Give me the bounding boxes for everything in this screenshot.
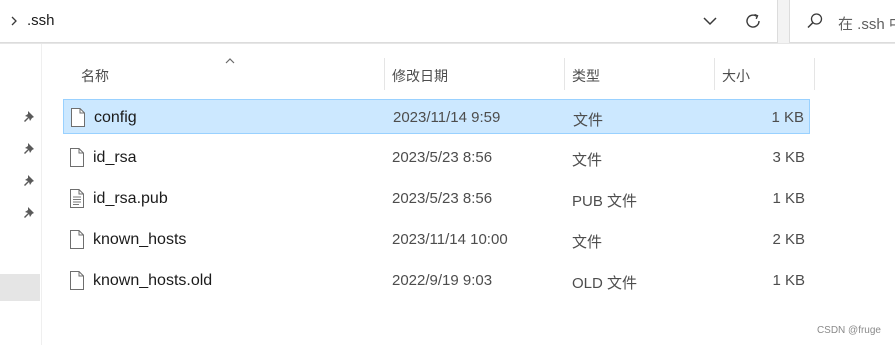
file-date: 2022/9/19 9:03	[392, 272, 493, 289]
pin-icon[interactable]	[22, 173, 38, 189]
column-header-name[interactable]: 名称	[63, 58, 384, 90]
column-header-size-label: 大小	[722, 68, 750, 84]
pin-icon[interactable]	[22, 205, 38, 221]
column-header-date-label: 修改日期	[392, 68, 448, 84]
file-row[interactable]: id_rsa 2023/5/23 8:56 文件 3 KB	[63, 140, 810, 175]
file-row[interactable]: known_hosts.old 2022/9/19 9:03 OLD 文件 1 …	[63, 263, 810, 298]
file-icon	[71, 108, 85, 127]
file-type: 文件	[573, 112, 604, 129]
file-type: PUB 文件	[572, 193, 638, 210]
file-size: 2 KB	[772, 231, 805, 248]
file-row[interactable]: id_rsa.pub 2023/5/23 8:56 PUB 文件 1 KB	[63, 181, 810, 216]
address-bar[interactable]: .ssh	[0, 0, 778, 43]
navigation-pane	[0, 44, 42, 345]
file-date: 2023/5/23 8:56	[392, 149, 493, 166]
nav-item-selected[interactable]	[0, 274, 40, 301]
column-header-size[interactable]: 大小	[715, 58, 814, 90]
file-icon	[70, 148, 84, 167]
file-name: config	[94, 109, 137, 126]
refresh-icon[interactable]	[742, 10, 764, 32]
file-date: 2023/11/14 9:59	[393, 109, 501, 126]
file-icon	[70, 271, 84, 290]
file-date: 2023/11/14 10:00	[392, 231, 508, 248]
file-size: 1 KB	[771, 109, 804, 126]
search-icon	[807, 13, 823, 29]
file-row[interactable]: known_hosts 2023/11/14 10:00 文件 2 KB	[63, 222, 810, 257]
column-header-name-label: 名称	[81, 68, 109, 84]
file-date: 2023/5/23 8:56	[392, 190, 493, 207]
column-header-date[interactable]: 修改日期	[385, 58, 564, 90]
file-size: 3 KB	[772, 149, 805, 166]
file-name: known_hosts	[93, 231, 187, 248]
watermark: CSDN @fruge	[816, 325, 881, 336]
file-type: OLD 文件	[572, 275, 638, 292]
file-name: id_rsa.pub	[93, 190, 168, 207]
text-file-icon	[70, 189, 84, 208]
file-type: 文件	[572, 234, 603, 251]
address-toolbar: .ssh 在 .ssh 中	[0, 0, 895, 44]
pin-icon[interactable]	[22, 141, 38, 157]
pin-icon[interactable]	[22, 109, 38, 125]
file-name: id_rsa	[93, 149, 137, 166]
file-name: known_hosts.old	[93, 272, 213, 289]
file-row[interactable]: config 2023/11/14 9:59 文件 1 KB	[63, 99, 810, 134]
column-header-type[interactable]: 类型	[565, 58, 714, 90]
search-box[interactable]: 在 .ssh 中	[789, 0, 895, 43]
file-size: 1 KB	[772, 272, 805, 289]
file-icon	[70, 230, 84, 249]
column-header-type-label: 类型	[572, 68, 600, 84]
file-type: 文件	[572, 152, 603, 169]
search-input[interactable]: 在 .ssh 中	[838, 13, 895, 34]
chevron-down-icon[interactable]	[701, 12, 719, 30]
file-size: 1 KB	[772, 190, 805, 207]
address-path[interactable]: .ssh	[27, 12, 55, 29]
column-divider[interactable]	[814, 58, 815, 90]
chevron-right-icon[interactable]	[8, 13, 20, 29]
